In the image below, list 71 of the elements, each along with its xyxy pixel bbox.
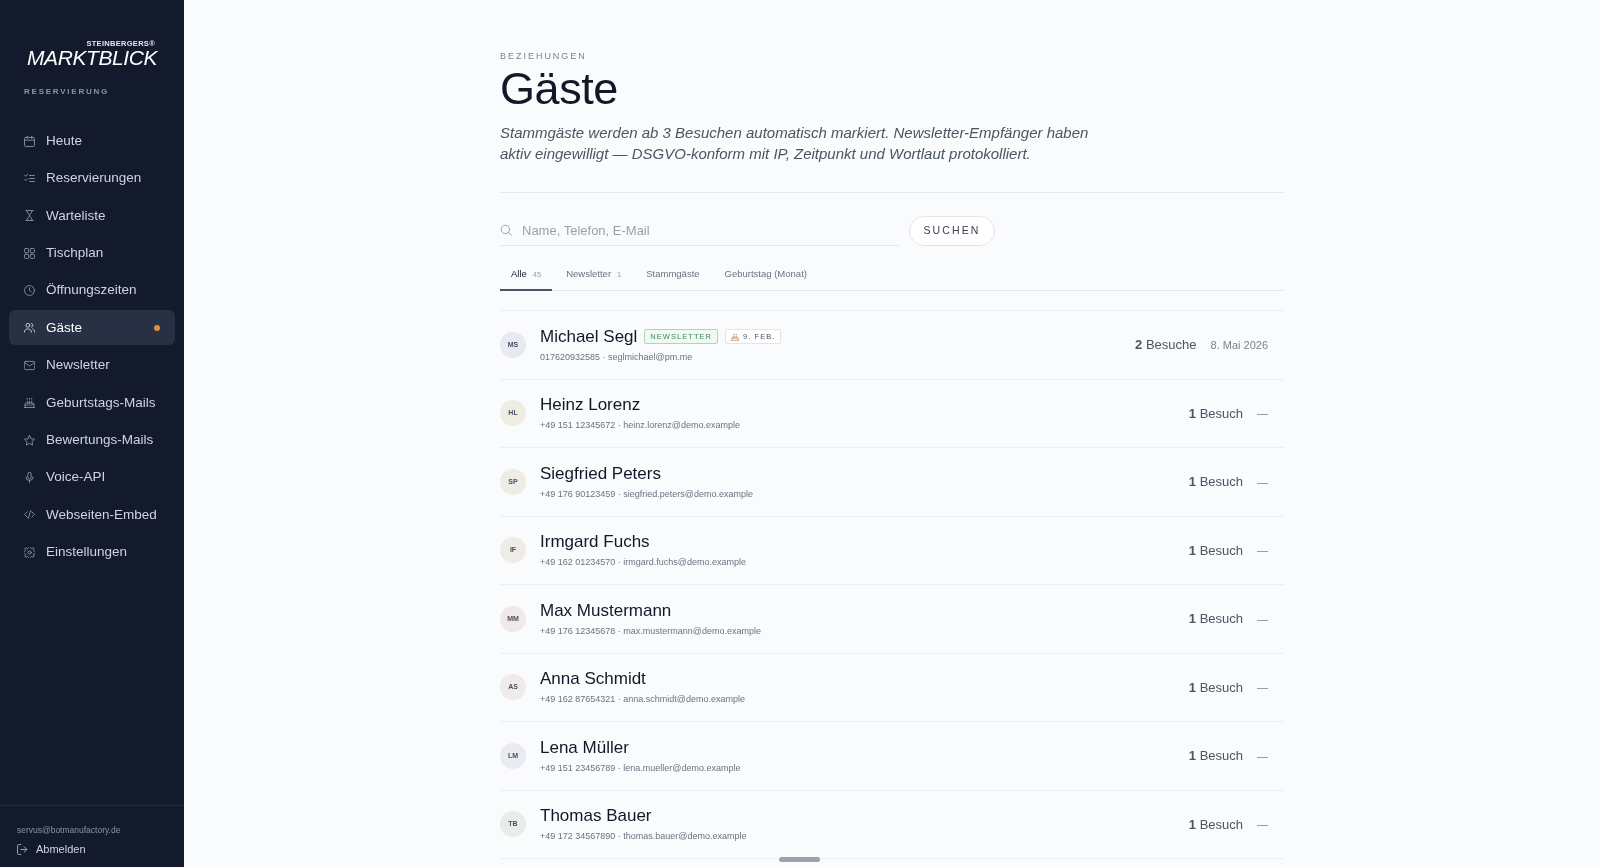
cake-icon bbox=[24, 397, 35, 409]
page-title: Gäste bbox=[500, 63, 618, 115]
guest-name[interactable]: Anna Schmidt bbox=[540, 668, 646, 691]
last-visit: — bbox=[1257, 748, 1268, 764]
visit-count: 1 Besuch bbox=[1188, 473, 1243, 491]
last-visit: — bbox=[1257, 474, 1268, 490]
nav-item[interactable]: Newsletter bbox=[9, 347, 175, 383]
filter-tab[interactable]: Geburtstag (Monat) bbox=[713, 258, 818, 291]
visit-count: 1 Besuch bbox=[1188, 610, 1243, 628]
last-visit: — bbox=[1257, 406, 1268, 421]
search-icon bbox=[500, 224, 512, 236]
guest-contact: +49 151 23456789 · lena.mueller@demo.example bbox=[540, 761, 741, 775]
calendar-icon bbox=[24, 135, 35, 147]
logout-button[interactable]: Abmelden bbox=[17, 842, 86, 856]
clock-icon bbox=[24, 285, 35, 297]
logout-icon bbox=[17, 843, 28, 855]
filter-tab[interactable]: Stammgäste bbox=[635, 258, 711, 291]
nav-item[interactable]: Reservierungen bbox=[9, 160, 175, 196]
page-description: Stammgäste werden ab 3 Besuchen automatisch markiert. Newsletter-Empfänger haben aktiv eingewilligt — DSGVO-konform mit IP, Zeitpunkt und Wortlaut protokolliert. bbox=[500, 123, 1090, 164]
star-icon bbox=[24, 434, 35, 446]
visit-count: 1 Besuch bbox=[1188, 404, 1243, 423]
nav-item[interactable]: Einstellungen bbox=[9, 534, 175, 570]
guest-name[interactable]: Irmgard Fuchs bbox=[540, 531, 650, 554]
visit-count: 1 Besuch bbox=[1188, 541, 1243, 560]
nav-item[interactable]: Tischplan bbox=[9, 235, 175, 271]
code-icon bbox=[24, 509, 35, 521]
last-visit: — bbox=[1257, 680, 1268, 695]
checklist-icon bbox=[24, 172, 35, 184]
search-button[interactable]: SUCHEN bbox=[909, 216, 995, 246]
guest-name[interactable]: Siegfried Peters bbox=[540, 462, 661, 485]
visit-count: 1 Besuch bbox=[1188, 678, 1243, 697]
last-visit: — bbox=[1257, 543, 1268, 558]
hourglass-icon bbox=[24, 210, 35, 222]
mail-icon bbox=[24, 359, 35, 371]
scrollbar-thumb[interactable] bbox=[779, 857, 820, 862]
guest-contact: +49 151 12345672 · heinz.lorenz@demo.example bbox=[540, 419, 741, 433]
nav-item[interactable]: Gäste bbox=[9, 310, 175, 346]
visit-count: 1 Besuch bbox=[1188, 815, 1243, 834]
settings-icon bbox=[24, 546, 35, 558]
nav-item[interactable]: Heute bbox=[9, 123, 175, 159]
microphone-icon bbox=[24, 472, 35, 483]
guest-contact: +49 176 12345678 · max.mustermann@demo.example bbox=[540, 624, 761, 638]
page-eyebrow: BEZIEHUNGEN bbox=[500, 50, 587, 62]
last-visit: — bbox=[1257, 611, 1268, 627]
guest-contact: 017620932585 · seglmichael@pm.me bbox=[540, 350, 693, 364]
nav-item[interactable]: Bewertungs-Mails bbox=[9, 422, 175, 458]
guest-contact: +49 162 01234570 · irmgard.fuchs@demo.example bbox=[540, 556, 746, 570]
cake-icon bbox=[731, 332, 740, 341]
users-icon bbox=[24, 322, 35, 334]
nav-item[interactable]: Geburtstags-Mails bbox=[9, 385, 175, 421]
visit-count: 1 Besuch bbox=[1188, 747, 1243, 765]
guest-contact: +49 172 34567890 · thomas.bauer@demo.example bbox=[540, 830, 747, 844]
guest-name[interactable]: Thomas Bauer bbox=[540, 805, 652, 828]
search-field[interactable]: Name, Telefon, E-Mail bbox=[500, 216, 899, 246]
last-visit: — bbox=[1257, 817, 1268, 832]
grid-icon bbox=[24, 247, 35, 259]
nav-item[interactable]: Voice-API bbox=[9, 460, 175, 495]
visit-count: 2 Besuche bbox=[1135, 336, 1197, 354]
guest-name[interactable]: Michael Segl bbox=[540, 325, 638, 348]
guest-contact: +49 176 90123459 · siegfried.peters@demo.example bbox=[540, 487, 754, 501]
guest-name[interactable]: Heinz Lorenz bbox=[540, 394, 641, 417]
nav-item[interactable]: Webseiten-Embed bbox=[9, 497, 175, 533]
brand-wordmark: MARKTBLICK bbox=[27, 48, 157, 68]
nav-item[interactable]: Öffnungszeiten bbox=[9, 273, 175, 309]
last-visit: 8. Mai 2026 bbox=[1210, 337, 1268, 353]
guest-name[interactable]: Max Mustermann bbox=[540, 599, 672, 622]
guest-name[interactable]: Lena Müller bbox=[540, 736, 629, 759]
section-label: RESERVIERUNG bbox=[24, 86, 109, 98]
guest-contact: +49 162 87654321 · anna.schmidt@demo.example bbox=[540, 693, 746, 707]
account-email: servus@botmanufactory.de bbox=[17, 825, 121, 835]
nav-item[interactable]: Warteliste bbox=[9, 198, 175, 234]
